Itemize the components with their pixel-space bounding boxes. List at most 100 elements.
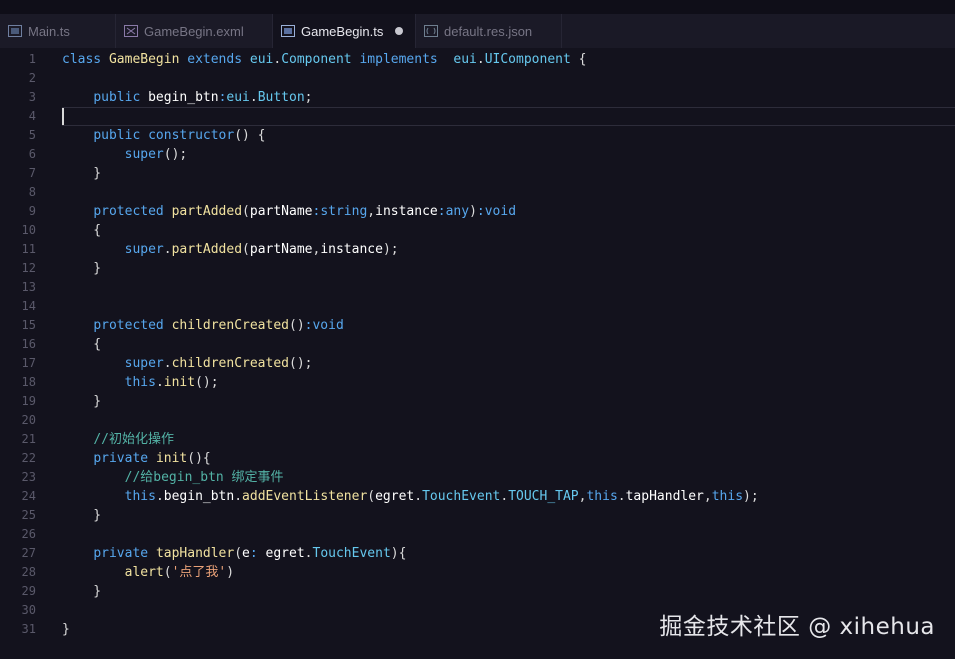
tab-gamebegin-exml[interactable]: GameBegin.exml xyxy=(116,14,273,48)
code-token: { xyxy=(578,52,587,67)
code-line[interactable]: 26 xyxy=(0,525,955,544)
line-number: 8 xyxy=(28,185,36,199)
code-line[interactable]: 17 super.childrenCreated(); xyxy=(0,354,955,373)
line-number: 20 xyxy=(21,413,36,427)
code-token: tapHandler xyxy=(155,546,235,561)
line-number: 2 xyxy=(28,71,36,85)
code-token: . xyxy=(234,489,243,504)
code-token: super xyxy=(124,242,164,257)
tab-label: default.res.json xyxy=(444,23,533,39)
code-line[interactable]: 1 class GameBegin extends eui.Component i… xyxy=(0,50,955,69)
code-line[interactable]: 16 { xyxy=(0,335,955,354)
line-number: 19 xyxy=(21,394,36,408)
line-number: 5 xyxy=(28,128,36,142)
code-token: UIComponent xyxy=(484,52,579,67)
line-number: 6 xyxy=(28,147,36,161)
code-line[interactable]: 3 public begin_btn:eui.Button; xyxy=(0,88,955,107)
code-token: :string xyxy=(312,204,368,219)
code-token: childrenCreated xyxy=(171,318,289,333)
line-number: 15 xyxy=(21,318,36,332)
code-token: (){ xyxy=(187,451,211,466)
code-line[interactable]: 9 protected partAdded(partName:string,in… xyxy=(0,202,955,221)
code-line[interactable]: 19 } xyxy=(0,392,955,411)
code-token: } xyxy=(62,508,102,523)
code-token: . xyxy=(155,489,164,504)
code-token: childrenCreated xyxy=(171,356,289,371)
code-token: , xyxy=(367,204,376,219)
code-text: private tapHandler(e: egret.TouchEvent){ xyxy=(62,544,406,563)
code-token: begin_btn xyxy=(148,90,219,105)
code-token: ) xyxy=(226,565,235,580)
code-line[interactable]: 6 super(); xyxy=(0,145,955,164)
typescript-file-icon xyxy=(281,25,295,37)
code-line[interactable]: 5 public constructor() { xyxy=(0,126,955,145)
tab-gamebegin-ts[interactable]: GameBegin.ts xyxy=(273,14,416,48)
line-number: 12 xyxy=(21,261,36,275)
tab-label: Main.ts xyxy=(28,23,70,39)
code-line[interactable]: 25 } xyxy=(0,506,955,525)
code-token: () { xyxy=(234,128,266,143)
code-line[interactable]: 11 super.partAdded(partName,instance); xyxy=(0,240,955,259)
code-editor[interactable]: 1 class GameBegin extends eui.Component i… xyxy=(0,48,955,659)
line-number: 17 xyxy=(21,356,36,370)
unsaved-indicator-icon[interactable] xyxy=(395,27,404,35)
code-token: GameBegin xyxy=(108,52,188,67)
code-text: { xyxy=(62,335,101,354)
line-number: 22 xyxy=(21,451,36,465)
code-token: e xyxy=(242,546,250,561)
line-number: 27 xyxy=(21,546,36,560)
code-token: init xyxy=(163,375,196,390)
tab-label: GameBegin.exml xyxy=(144,23,244,39)
line-number: 10 xyxy=(21,223,36,237)
code-token: . xyxy=(249,90,258,105)
code-token: ( xyxy=(367,489,376,504)
tab-main-ts[interactable]: Main.ts xyxy=(0,14,116,48)
code-line[interactable]: 28 alert('点了我') xyxy=(0,563,955,582)
code-line[interactable]: 2 xyxy=(0,69,955,88)
code-token: . xyxy=(476,52,485,67)
code-line[interactable]: 14 xyxy=(0,297,955,316)
code-token: this xyxy=(711,489,744,504)
code-token: { xyxy=(62,223,102,238)
code-line[interactable]: 21 //初始化操作 xyxy=(0,430,955,449)
code-line[interactable]: 12 } xyxy=(0,259,955,278)
code-token: instance xyxy=(375,204,438,219)
code-token: private xyxy=(93,451,156,466)
code-line[interactable]: 8 xyxy=(0,183,955,202)
code-text: //初始化操作 xyxy=(62,430,174,449)
code-line[interactable]: 13 xyxy=(0,278,955,297)
code-token: eui xyxy=(226,90,250,105)
code-line[interactable]: 24 this.begin_btn.addEventListener(egret… xyxy=(0,487,955,506)
code-line[interactable]: 20 xyxy=(0,411,955,430)
code-token: ( xyxy=(234,546,243,561)
code-line[interactable]: 27 private tapHandler(e: egret.TouchEven… xyxy=(0,544,955,563)
code-line[interactable]: 10 { xyxy=(0,221,955,240)
typescript-file-icon xyxy=(8,25,22,37)
code-line[interactable]: 23 //给begin_btn 绑定事件 xyxy=(0,468,955,487)
code-token: (); xyxy=(195,375,219,390)
code-line[interactable]: 7 } xyxy=(0,164,955,183)
tab-default-res-json[interactable]: default.res.json xyxy=(416,14,562,48)
code-line[interactable]: 29 } xyxy=(0,582,955,601)
code-token: init xyxy=(155,451,188,466)
code-line[interactable]: 18 this.init(); xyxy=(0,373,955,392)
code-token: extends xyxy=(187,52,250,67)
current-line-highlight xyxy=(62,107,955,126)
code-line[interactable]: 22 private init(){ xyxy=(0,449,955,468)
code-line[interactable]: 4 xyxy=(0,107,955,126)
line-number: 31 xyxy=(21,622,36,636)
code-token: protected xyxy=(93,204,172,219)
code-text: protected partAdded(partName:string,inst… xyxy=(62,202,516,221)
code-text: } xyxy=(62,164,101,183)
line-number: 4 xyxy=(28,109,36,123)
code-token: :any xyxy=(437,204,470,219)
code-line[interactable]: 15 protected childrenCreated():void xyxy=(0,316,955,335)
line-number: 18 xyxy=(21,375,36,389)
code-text: private init(){ xyxy=(62,449,211,468)
